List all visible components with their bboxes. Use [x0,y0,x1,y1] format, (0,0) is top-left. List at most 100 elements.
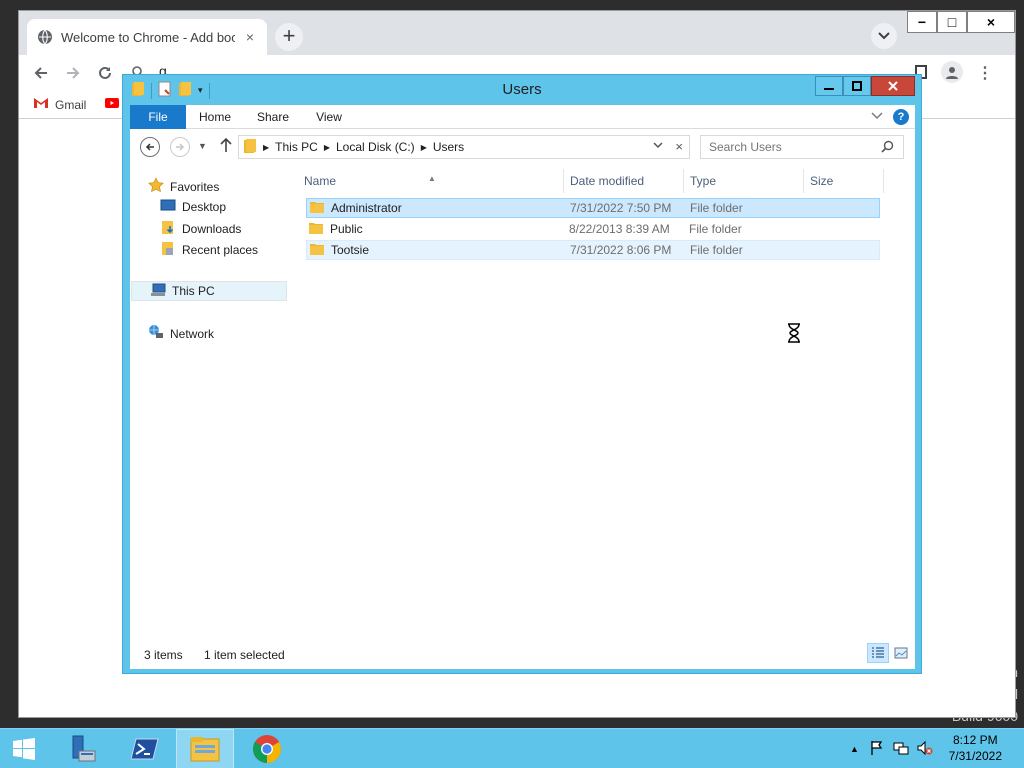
recent-places-icon [160,240,176,259]
powershell-taskbar-button[interactable] [116,729,174,768]
forward-button[interactable] [170,137,190,157]
clear-address-icon[interactable]: × [675,139,683,154]
sort-ascending-icon: ▲ [428,174,436,183]
expand-ribbon-icon[interactable] [871,109,885,123]
folder-icon [309,242,325,259]
window-title: Users [502,81,542,98]
file-type: File folder [690,201,743,215]
search-input[interactable] [701,136,871,158]
chrome-tab[interactable]: Welcome to Chrome - Add book... × [27,19,267,55]
desktop-icon [160,198,176,215]
start-button[interactable] [0,729,48,768]
nav-label: Desktop [182,199,227,214]
breadcrumb-local-disk[interactable]: Local Disk (C:) [336,140,415,154]
up-arrow-icon [220,137,232,152]
tab-search-button[interactable] [871,23,897,49]
windows-logo-icon [13,738,35,760]
computer-icon [150,283,166,300]
tab-home[interactable]: Home [190,105,240,129]
back-arrow-icon[interactable] [29,61,53,85]
chrome-menu-icon[interactable]: ⋮ [977,63,993,83]
details-view-button[interactable] [867,643,889,663]
search-box[interactable] [700,135,904,159]
minimize-button[interactable] [815,76,843,96]
clock-time: 8:12 PM [952,733,998,747]
close-tab-icon[interactable]: × [243,30,257,44]
nav-item-recent-places[interactable]: Recent places [160,240,258,259]
chrome-taskbar-button[interactable] [238,729,296,768]
file-explorer-taskbar-button[interactable] [176,729,234,768]
reload-icon[interactable] [93,61,117,85]
close-icon [888,81,898,91]
chrome-maximize-button[interactable]: □ [937,11,967,33]
column-header-name[interactable]: Name ▲ [298,169,564,193]
maximize-button[interactable] [843,76,871,96]
downloads-icon [160,219,176,238]
server-manager-taskbar-button[interactable] [54,729,112,768]
action-center-flag-icon[interactable] [869,740,885,759]
file-name: Public [330,222,363,236]
bookmark-gmail[interactable]: Gmail [33,97,86,112]
file-date: 8/22/2013 8:39 AM [569,222,670,236]
breadcrumb-arrow-icon[interactable]: ▶ [421,143,427,152]
selection-count: 1 item selected [204,648,285,662]
new-tab-button[interactable]: + [275,23,303,51]
clock[interactable]: 8:12 PM 7/31/2022 [949,732,1002,764]
breadcrumb-arrow-icon[interactable]: ▶ [324,143,330,152]
column-header-size[interactable]: Size [804,169,884,193]
column-header-date-modified[interactable]: Date modified [564,169,684,193]
table-row[interactable]: Administrator 7/31/2022 7:50 PM File fol… [306,198,880,218]
forward-arrow-icon [176,143,185,151]
close-button[interactable] [871,76,915,96]
file-type: File folder [689,222,742,236]
nav-label: Favorites [170,179,220,194]
breadcrumb-users[interactable]: Users [433,140,464,154]
chrome-icon [253,735,281,763]
column-label: Name [304,174,337,188]
bookmark-label: Gmail [55,97,87,112]
details-view-icon [872,647,884,658]
network-status-icon[interactable] [893,740,909,759]
breadcrumb-arrow-icon[interactable]: ▶ [263,143,269,152]
search-icon[interactable] [881,140,895,154]
column-header-type[interactable]: Type [684,169,804,193]
nav-item-favorites[interactable]: Favorites [148,177,219,196]
forward-arrow-icon[interactable] [61,61,85,85]
large-icons-view-button[interactable] [890,643,912,663]
explorer-titlebar[interactable]: ▾ Users [123,75,921,105]
status-bar: 3 items 1 item selected [130,639,915,669]
back-button[interactable] [140,137,160,157]
nav-item-this-pc[interactable]: This PC [131,281,287,301]
folder-icon [308,221,324,238]
volume-muted-icon[interactable] [917,740,933,759]
address-bar[interactable]: ▶ This PC ▶ Local Disk (C:) ▶ Users × [238,135,690,159]
table-row[interactable]: Public 8/22/2013 8:39 AM File folder [306,219,880,239]
busy-cursor-icon [787,323,801,343]
chrome-minimize-button[interactable]: − [907,11,937,33]
up-button[interactable] [218,137,234,157]
chevron-down-icon[interactable] [653,141,663,152]
system-tray: ▲ [850,729,933,768]
tab-view[interactable]: View [306,105,352,129]
recent-locations-icon[interactable]: ▼ [198,141,208,151]
tab-file[interactable]: File [130,105,186,129]
chrome-close-button[interactable]: × [967,11,1015,33]
youtube-icon [105,97,119,111]
table-row[interactable]: Tootsie 7/31/2022 8:06 PM File folder [306,240,880,260]
nav-item-desktop[interactable]: Desktop [160,198,226,215]
nav-item-downloads[interactable]: Downloads [160,219,241,238]
bookmark-youtube[interactable] [105,97,119,111]
nav-item-network[interactable]: Network [148,324,214,343]
profile-avatar[interactable] [941,61,963,83]
globe-icon [37,29,53,45]
file-name: Administrator [331,201,402,215]
show-hidden-icons-icon[interactable]: ▲ [850,744,859,754]
breadcrumb-this-pc[interactable]: This PC [275,140,318,154]
tab-share[interactable]: Share [248,105,298,129]
clock-date: 7/31/2022 [948,749,1002,763]
file-type: File folder [690,243,743,257]
help-icon[interactable]: ? [893,109,909,125]
explorer-window: ▾ Users File Home Share View ? ▼ ▶ This … [122,74,922,674]
file-name: Tootsie [331,243,370,257]
gmail-icon [33,97,49,112]
